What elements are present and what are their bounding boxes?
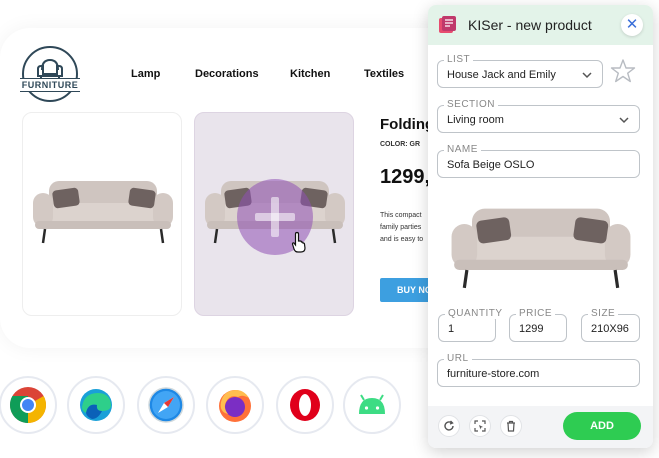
name-field[interactable]: NAME Sofa Beige OSLO	[437, 144, 640, 178]
size-value: 210X96	[591, 323, 629, 335]
popup-header: KISer - new product ✕	[428, 5, 653, 45]
chrome-icon[interactable]	[0, 376, 57, 434]
size-label: SIZE	[588, 308, 619, 319]
url-field[interactable]: URL furniture-store.com	[437, 353, 640, 387]
delete-button[interactable]	[500, 415, 522, 437]
section-select[interactable]: SECTION Living room	[437, 99, 640, 133]
name-value: Sofa Beige OSLO	[447, 159, 535, 171]
nav-item-lamp[interactable]: Lamp	[131, 68, 160, 80]
list-label: LIST	[444, 54, 474, 65]
opera-icon[interactable]	[276, 376, 334, 434]
hand-cursor-icon	[291, 231, 306, 253]
product-image-card[interactable]	[22, 112, 182, 316]
crop-select-icon	[474, 420, 486, 432]
quantity-label: QUANTITY	[445, 308, 506, 319]
store-logo[interactable]: FURNITURE	[19, 46, 81, 102]
refresh-button[interactable]	[438, 415, 460, 437]
popup-title: KISer - new product	[468, 17, 592, 33]
refresh-icon	[444, 420, 454, 431]
android-logo	[359, 394, 385, 414]
favorite-star-icon[interactable]	[610, 58, 636, 84]
firefox-logo	[219, 390, 251, 422]
safari-icon[interactable]	[137, 376, 195, 434]
section-label: SECTION	[444, 99, 498, 110]
kiser-app-icon	[439, 16, 456, 33]
android-icon[interactable]	[343, 376, 401, 434]
kiser-popup: KISer - new product ✕ LIST House Jack an…	[428, 5, 653, 448]
section-value: Living room	[447, 114, 504, 126]
close-button[interactable]: ✕	[621, 14, 643, 36]
popup-footer: ADD	[428, 406, 653, 448]
sofa-image	[33, 181, 173, 244]
product-sofa-image	[451, 208, 631, 289]
price-label: PRICE	[516, 308, 556, 319]
name-label: NAME	[444, 144, 481, 155]
size-field[interactable]: SIZE 210X96	[581, 308, 640, 342]
url-label: URL	[444, 353, 472, 364]
chrome-logo	[9, 387, 47, 423]
nav-item-decorations[interactable]: Decorations	[195, 68, 259, 80]
list-select[interactable]: LIST House Jack and Emily	[437, 54, 603, 88]
product-image-card-hovered[interactable]	[194, 112, 354, 316]
firefox-icon[interactable]	[206, 376, 264, 434]
quantity-field[interactable]: QUANTITY 1	[438, 308, 506, 342]
product-color: COLOR: GR	[380, 141, 421, 148]
safari-logo	[148, 387, 184, 423]
select-area-button[interactable]	[469, 415, 491, 437]
price-value: 1299	[519, 323, 544, 335]
add-button[interactable]: ADD	[563, 412, 641, 440]
list-value: House Jack and Emily	[447, 69, 556, 81]
product-title: Folding	[380, 116, 435, 133]
product-price: 1299,	[380, 166, 431, 188]
nav-item-textiles[interactable]: Textiles	[364, 68, 404, 80]
price-field[interactable]: PRICE 1299	[509, 308, 567, 342]
screen: FURNITURE Lamp Decorations Kitchen Texti…	[0, 0, 659, 458]
quantity-value: 1	[448, 323, 455, 335]
trash-icon	[507, 420, 515, 432]
edge-icon[interactable]	[67, 376, 125, 434]
chevron-down-icon	[582, 72, 592, 79]
edge-logo	[80, 389, 112, 421]
store-website: FURNITURE Lamp Decorations Kitchen Texti…	[0, 28, 440, 348]
chevron-down-icon	[619, 117, 629, 124]
opera-logo	[290, 389, 320, 421]
url-value: furniture-store.com	[447, 368, 540, 380]
logo-text: FURNITURE	[19, 78, 81, 92]
nav-item-kitchen[interactable]: Kitchen	[290, 68, 330, 80]
